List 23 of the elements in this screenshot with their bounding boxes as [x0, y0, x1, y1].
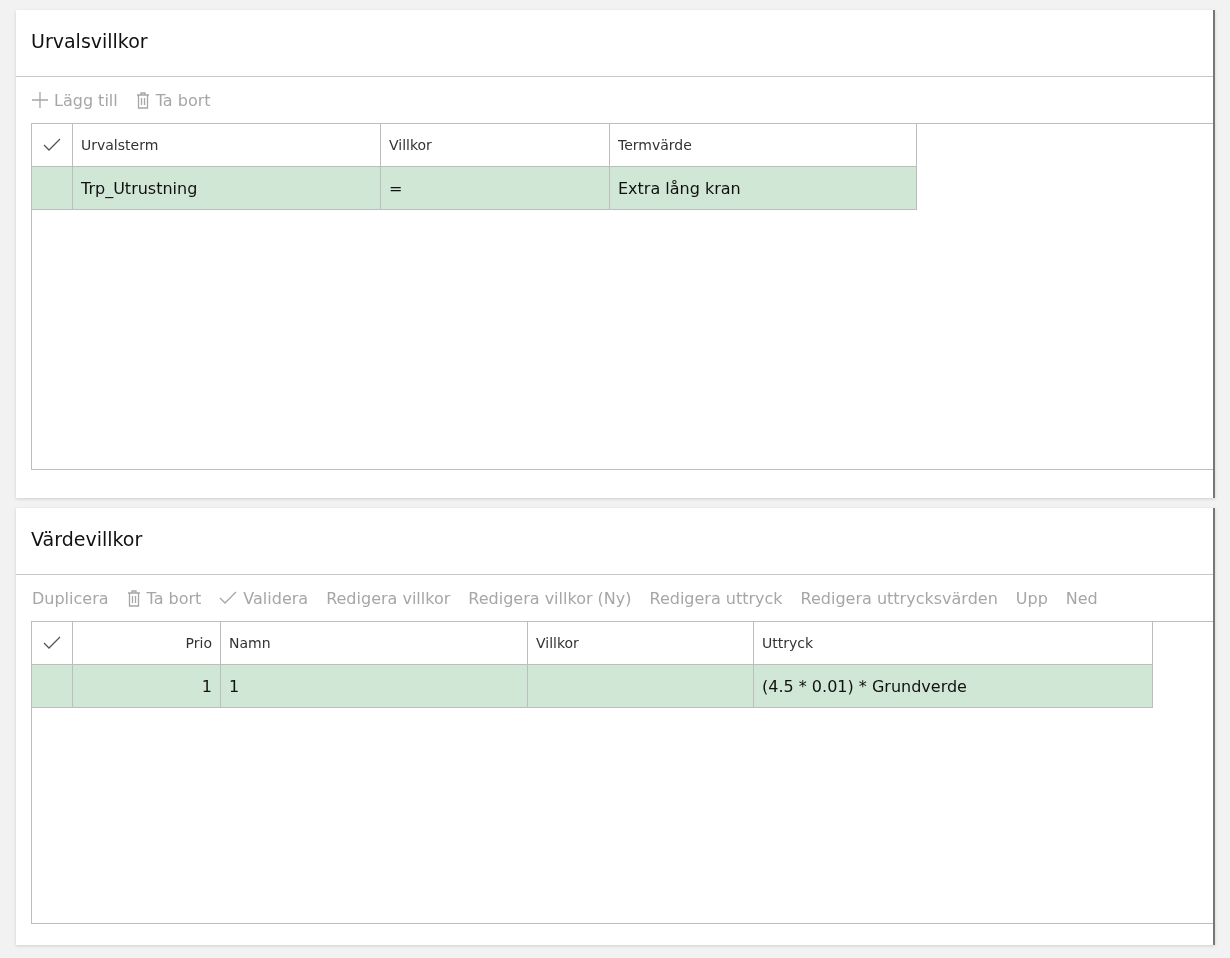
select-all-check-icon[interactable] — [43, 138, 61, 152]
column-header[interactable]: Villkor — [528, 622, 754, 665]
column-header[interactable]: Urvalsterm — [73, 124, 381, 167]
row-selector-cell[interactable] — [32, 167, 73, 210]
column-header[interactable]: Prio — [73, 622, 221, 665]
table-cell: = — [381, 167, 610, 210]
trash-icon — [135, 91, 150, 109]
select-all-check-icon[interactable] — [43, 636, 61, 650]
section-title: Värdevillkor — [16, 508, 1213, 575]
column-header[interactable]: Uttryck — [754, 622, 1153, 665]
table-cell: (4.5 * 0.01) * Grundverde — [754, 665, 1153, 708]
table-cell: 1 — [73, 665, 221, 708]
check-icon — [219, 591, 238, 605]
table-cell: Trp_Utrustning — [73, 167, 381, 210]
plus-icon — [32, 92, 48, 108]
column-header[interactable]: Namn — [221, 622, 528, 665]
trash-icon — [126, 589, 141, 607]
section-title: Urvalsvillkor — [16, 10, 1213, 77]
column-header[interactable]: Termvärde — [610, 124, 917, 167]
column-header[interactable]: Villkor — [381, 124, 610, 167]
row-selector-cell[interactable] — [32, 665, 73, 708]
table-cell: 1 — [221, 665, 528, 708]
table-cell: Extra lång kran — [610, 167, 917, 210]
